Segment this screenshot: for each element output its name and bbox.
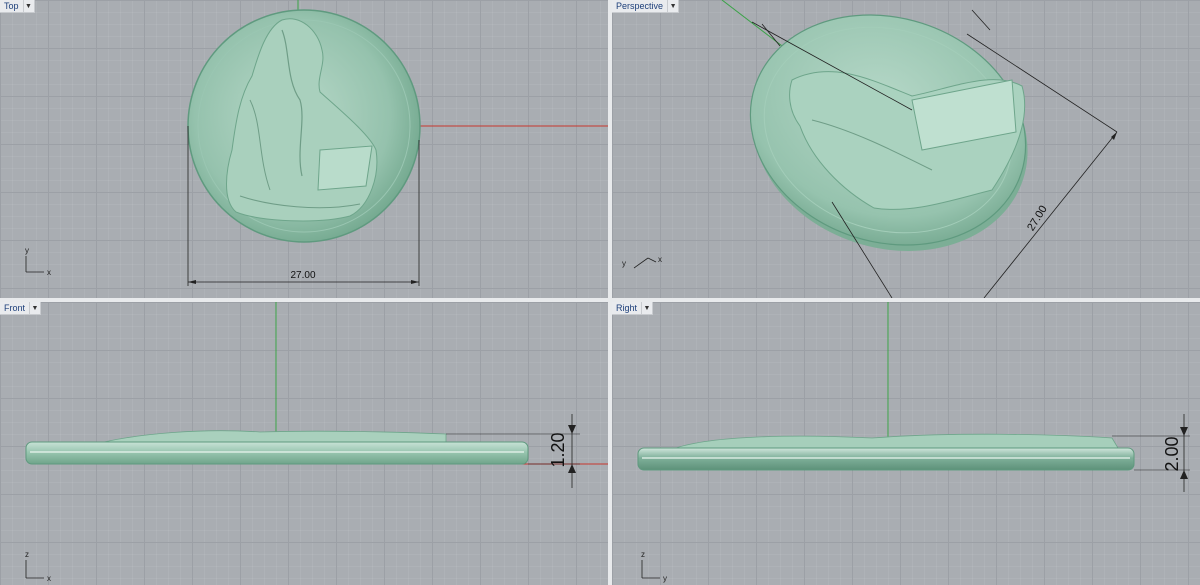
front-scene: 1.20 z x bbox=[25, 302, 608, 583]
viewport-top-tab[interactable]: Top ▼ bbox=[0, 0, 35, 13]
dropdown-arrow-icon[interactable]: ▼ bbox=[29, 302, 40, 314]
perspective-axis-b: x bbox=[658, 255, 662, 264]
top-diameter-label: 27.00 bbox=[290, 270, 315, 281]
front-axis-z: z bbox=[25, 550, 29, 559]
relief-profile bbox=[675, 433, 1119, 449]
relief-book bbox=[317, 145, 373, 191]
top-scene: 27.00 y x bbox=[25, 0, 608, 286]
dropdown-arrow-icon[interactable]: ▼ bbox=[667, 0, 678, 12]
viewport-right-tab[interactable]: Right ▼ bbox=[612, 302, 654, 315]
right-scene: 2.00 z y bbox=[637, 302, 1190, 583]
medal-slab bbox=[637, 447, 1135, 471]
viewport-top[interactable]: Top ▼ 27.00 y x bbox=[0, 0, 608, 298]
viewport-perspective-tab[interactable]: Perspective ▼ bbox=[612, 0, 680, 13]
top-axis-y: y bbox=[25, 246, 29, 255]
relief-profile bbox=[103, 430, 447, 443]
right-axis-z: z bbox=[641, 550, 645, 559]
front-axis-x: x bbox=[47, 574, 51, 583]
right-axis-y: y bbox=[663, 574, 667, 583]
viewport-top-title: Top bbox=[4, 1, 19, 11]
dropdown-arrow-icon[interactable]: ▼ bbox=[641, 302, 652, 314]
right-thickness-label: 2.00 bbox=[1162, 436, 1182, 471]
perspective-diameter-label: 27.00 bbox=[1025, 204, 1050, 234]
viewport-right[interactable]: Right ▼ 2.00 z y bbox=[612, 302, 1200, 585]
viewport-perspective[interactable]: Perspective ▼ 27.00 y x bbox=[612, 0, 1200, 298]
viewport-front-title: Front bbox=[4, 303, 26, 313]
viewport-front[interactable]: Front ▼ 1.20 z x bbox=[0, 302, 608, 585]
viewport-right-title: Right bbox=[616, 303, 638, 313]
top-axis-x: x bbox=[47, 268, 51, 277]
medal-slab bbox=[25, 441, 529, 465]
viewport-layout: Top ▼ 27.00 y x Perspective ▼ 27.00 y x … bbox=[0, 0, 1200, 585]
viewport-perspective-title: Perspective bbox=[616, 1, 664, 11]
perspective-axis-a: y bbox=[622, 259, 626, 268]
front-thickness-label: 1.20 bbox=[548, 432, 568, 467]
perspective-scene: 27.00 y x bbox=[622, 0, 1118, 298]
viewport-front-tab[interactable]: Front ▼ bbox=[0, 302, 42, 315]
dropdown-arrow-icon[interactable]: ▼ bbox=[22, 0, 34, 12]
